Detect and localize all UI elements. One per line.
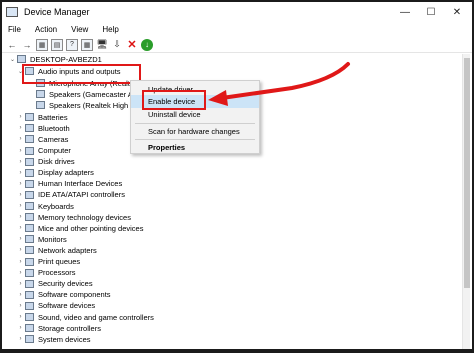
annotation-arrow [208,62,350,106]
device-manager-window: Device Manager — ☐ ✕ File Action View He… [0,0,474,351]
